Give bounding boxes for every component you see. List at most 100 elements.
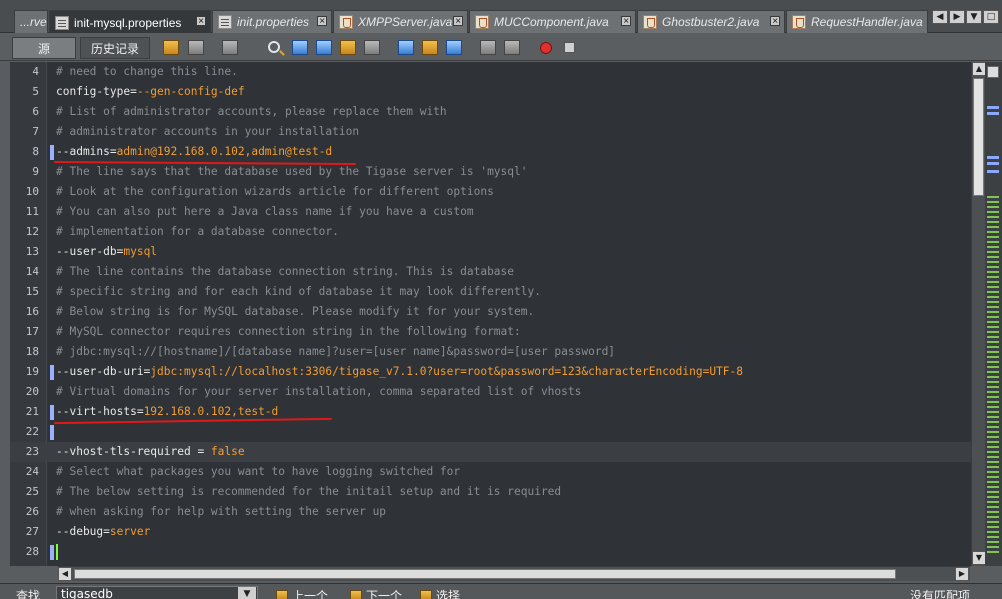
comment-token: # The line says that the database used b… (56, 165, 528, 178)
comment-token: # Select what packages you want to have … (56, 465, 461, 478)
code-line[interactable]: 20 # Virtual domains for your server inst… (10, 382, 971, 402)
line-number: 10 (25, 185, 39, 198)
code-line[interactable]: 8 --admins=admin@192.168.0.102,admin@test… (10, 142, 971, 162)
code-text: # need to change this line. (56, 62, 238, 82)
close-tab-icon[interactable]: × (317, 16, 327, 27)
vertical-scroll-thumb[interactable] (973, 78, 984, 196)
code-line[interactable]: 12 # implementation for a database connec… (10, 222, 971, 242)
toggle-rect-selection-icon[interactable] (364, 40, 380, 55)
close-tab-icon[interactable]: × (453, 16, 463, 27)
code-line[interactable]: 22 (10, 422, 971, 442)
next-bookmark-icon[interactable] (422, 40, 438, 55)
vertical-scrollbar[interactable]: ▲ ▼ (971, 62, 986, 566)
code-line[interactable]: 17 # MySQL connector requires connection … (10, 322, 971, 342)
select-label: 选择 (436, 589, 461, 599)
code-line[interactable]: 28 (10, 542, 971, 562)
scroll-tabs-left-icon[interactable]: ◀ (932, 10, 948, 24)
change-marker[interactable] (987, 162, 999, 165)
previous-bookmark-icon[interactable] (398, 40, 414, 55)
find-selection-icon[interactable] (268, 41, 280, 53)
code-line[interactable]: 26 # when asking for help with setting th… (10, 502, 971, 522)
code-line[interactable]: 25 # The below setting is recommended for… (10, 482, 971, 502)
code-line[interactable]: 21 --virt-hosts=192.168.0.102,test-d (10, 402, 971, 422)
code-line[interactable]: 6 # List of administrator accounts, pleas… (10, 102, 971, 122)
change-marker[interactable] (987, 156, 999, 159)
scroll-down-icon[interactable]: ▼ (972, 551, 986, 565)
find-history-dropdown-icon[interactable]: ▼ (238, 587, 256, 599)
shift-left-icon[interactable] (480, 40, 496, 55)
change-marker[interactable] (987, 106, 999, 109)
horizontal-scroll-thumb[interactable] (74, 569, 896, 579)
code-line[interactable]: 19 --user-db-uri=jdbc:mysql://localhost:3… (10, 362, 971, 382)
code-text: # implementation for a database connecto… (56, 222, 339, 242)
tab-muccomponent-java[interactable]: MUCComponent.java × (469, 10, 636, 33)
code-line[interactable]: 7 # administrator accounts in your instal… (10, 122, 971, 142)
horizontal-scrollbar[interactable]: ◀ ▶ (58, 566, 970, 581)
scroll-right-icon[interactable]: ▶ (955, 567, 969, 581)
find-bar: 查找 ▼ 上一个 下一个 选择 没有匹配项 (0, 583, 1002, 599)
error-stripe[interactable] (985, 62, 1002, 566)
tab-requesthandler-java[interactable]: RequestHandler.java (786, 10, 928, 33)
line-number: 20 (25, 385, 39, 398)
forward-icon[interactable] (222, 40, 238, 55)
back-icon[interactable] (188, 40, 204, 55)
line-number: 16 (25, 305, 39, 318)
line-number: 28 (25, 545, 39, 558)
line-number: 12 (25, 225, 39, 238)
no-errors-icon (987, 66, 999, 78)
code-line[interactable]: 13 --user-db=mysql (10, 242, 971, 262)
tab-ghostbuster2-java[interactable]: Ghostbuster2.java × (637, 10, 785, 33)
find-input[interactable] (56, 586, 258, 599)
find-next-label: 下一个 (366, 589, 403, 599)
close-tab-icon[interactable]: × (770, 16, 780, 27)
scroll-up-icon[interactable]: ▲ (972, 62, 986, 76)
last-edit-icon[interactable] (163, 40, 179, 55)
code-line[interactable]: 27 --debug=server (10, 522, 971, 542)
change-marker[interactable] (987, 170, 999, 173)
close-tab-icon[interactable]: × (621, 16, 631, 27)
tab-init-mysql-properties[interactable]: init-mysql.properties × (49, 10, 211, 34)
code-editor[interactable]: 4 # need to change this line. 5 config-type… (10, 62, 971, 566)
scroll-left-icon[interactable]: ◀ (58, 567, 72, 581)
code-line[interactable]: 4 # need to change this line. (10, 62, 971, 82)
select-all-matches-button[interactable]: 选择 (420, 587, 460, 599)
maximize-window-icon[interactable]: □ (983, 10, 999, 24)
find-next-button[interactable]: 下一个 (350, 587, 402, 599)
scroll-tabs-right-icon[interactable]: ▶ (949, 10, 965, 24)
tab-xmppserver-java[interactable]: XMPPServer.java × (333, 10, 468, 33)
shift-right-icon[interactable] (504, 40, 520, 55)
toggle-highlight-icon[interactable] (340, 40, 356, 55)
record-macro-icon[interactable] (540, 42, 552, 54)
find-previous-icon[interactable] (292, 40, 308, 55)
stop-macro-icon[interactable] (564, 42, 575, 53)
java-file-icon (475, 15, 489, 29)
added-lines-marker[interactable] (987, 196, 999, 556)
line-number: 23 (25, 445, 39, 458)
code-text: # jdbc:mysql://[hostname]/[database name… (56, 342, 615, 362)
tab-label: Ghostbuster2.java (662, 15, 760, 29)
find-label: 查找 (16, 589, 41, 599)
close-tab-icon[interactable]: × (196, 16, 206, 27)
change-marker[interactable] (987, 112, 999, 115)
code-line[interactable]: 24 # Select what packages you want to hav… (10, 462, 971, 482)
code-line[interactable]: 11 # You can also put here a Java class n… (10, 202, 971, 222)
source-view-button[interactable]: 源 (12, 37, 76, 59)
tab-server[interactable]: ...rver (14, 10, 48, 33)
code-line[interactable]: 14 # The line contains the database conne… (10, 262, 971, 282)
line-number: 13 (25, 245, 39, 258)
line-number: 22 (25, 425, 39, 438)
toggle-bookmark-icon[interactable] (446, 40, 462, 55)
code-line[interactable]: 23 --vhost-tls-required = false (10, 442, 971, 462)
code-line[interactable]: 16 # Below string is for MySQL database. … (10, 302, 971, 322)
tab-init-properties[interactable]: init.properties × (212, 10, 332, 33)
find-next-icon[interactable] (316, 40, 332, 55)
value-token: server (109, 525, 151, 538)
code-line[interactable]: 10 # Look at the configuration wizards ar… (10, 182, 971, 202)
code-line[interactable]: 9 # The line says that the database used … (10, 162, 971, 182)
history-view-button[interactable]: 历史记录 (80, 37, 150, 59)
code-line[interactable]: 15 # specific string and for each kind of… (10, 282, 971, 302)
tab-list-dropdown-icon[interactable]: ▼ (966, 10, 982, 24)
code-line[interactable]: 5 config-type=--gen-config-def (10, 82, 971, 102)
code-line[interactable]: 18 # jdbc:mysql://[hostname]/[database na… (10, 342, 971, 362)
find-previous-button[interactable]: 上一个 (276, 587, 328, 599)
